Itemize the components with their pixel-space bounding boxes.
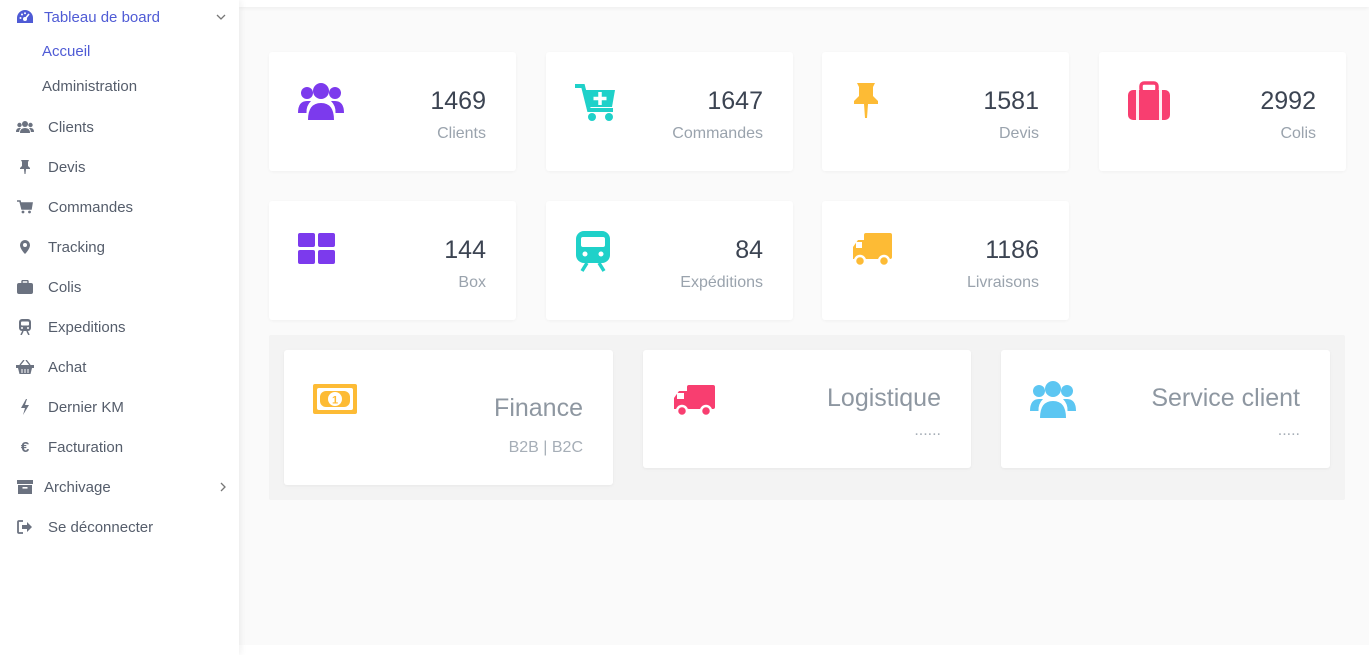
top-bar <box>239 0 1369 7</box>
stat-label: Box <box>458 274 486 291</box>
stat-value: 1647 <box>707 87 763 115</box>
users-icon <box>16 118 34 136</box>
nav-label: Facturation <box>48 438 124 456</box>
nav-clients[interactable]: Clients <box>0 112 239 142</box>
stat-label: Clients <box>437 125 486 142</box>
tachometer-icon <box>16 8 34 26</box>
cart-plus-icon <box>575 80 621 124</box>
footer-strip <box>239 645 1369 655</box>
department-subtitle: ...... <box>914 422 941 439</box>
nav-archivage[interactable]: Archivage <box>0 472 239 502</box>
stat-value: 1581 <box>983 87 1039 115</box>
suitcase-icon <box>16 278 34 296</box>
euro-icon: € <box>20 438 30 456</box>
nav-tracking[interactable]: Tracking <box>0 232 239 262</box>
stat-label: Expéditions <box>680 274 763 291</box>
cart-icon <box>16 198 34 216</box>
stat-card-colis[interactable]: 2992 Colis <box>1099 52 1346 171</box>
submenu-accueil[interactable]: Accueil <box>42 43 90 60</box>
stat-label: Colis <box>1280 125 1316 142</box>
stat-card-devis[interactable]: 1581 Devis <box>822 52 1069 171</box>
truck-icon <box>851 229 897 273</box>
chevron-down-icon <box>215 10 227 27</box>
money-bill-icon: 1 <box>313 384 357 419</box>
nav-se-deconnecter[interactable]: Se déconnecter <box>0 512 239 542</box>
basket-icon <box>16 358 34 376</box>
department-subtitle: ..... <box>1277 422 1300 439</box>
nav-label: Colis <box>48 278 82 296</box>
stat-card-box[interactable]: 144 Box <box>269 201 516 320</box>
nav-label: Commandes <box>48 198 134 216</box>
department-title: Finance <box>494 394 583 422</box>
map-marker-icon <box>16 238 34 256</box>
stat-card-clients[interactable]: 1469 Clients <box>269 52 516 171</box>
nav-commandes[interactable]: Commandes <box>0 192 239 222</box>
thumbtack-icon <box>16 158 34 176</box>
nav-expeditions[interactable]: Expeditions <box>0 312 239 342</box>
truck-icon <box>673 385 715 422</box>
stat-card-commandes[interactable]: 1647 Commandes <box>546 52 793 171</box>
nav-label: Archivage <box>44 478 111 496</box>
users-icon <box>298 80 344 124</box>
submenu-administration[interactable]: Administration <box>42 78 137 95</box>
train-icon <box>575 229 621 273</box>
stat-value: 144 <box>444 236 486 264</box>
stat-label: Commandes <box>672 125 763 142</box>
nav-label: Dernier KM <box>48 398 124 416</box>
grid-icon <box>298 229 344 273</box>
stat-label: Devis <box>998 125 1039 142</box>
department-title: Service client <box>1151 384 1300 412</box>
department-card-logistique[interactable]: Logistique ...... <box>643 350 971 468</box>
suitcase-icon <box>1128 80 1174 124</box>
chevron-right-icon <box>217 480 229 497</box>
nav-label: Expeditions <box>48 318 126 336</box>
stat-card-livraisons[interactable]: 1186 Livraisons <box>822 201 1069 320</box>
train-icon <box>16 318 34 336</box>
nav-devis[interactable]: Devis <box>0 152 239 182</box>
stat-value: 1186 <box>985 236 1039 264</box>
nav-dernier-km[interactable]: Dernier KM <box>0 392 239 422</box>
sign-out-icon <box>16 518 34 536</box>
stat-label: Livraisons <box>966 274 1039 291</box>
svg-text:1: 1 <box>332 395 338 407</box>
department-card-service-client[interactable]: Service client ..... <box>1001 350 1330 468</box>
nav-label: Se déconnecter <box>48 518 154 536</box>
nav-label: Tracking <box>48 238 105 256</box>
nav-label: Devis <box>48 158 86 176</box>
thumbtack-icon <box>851 80 897 124</box>
stat-value: 2992 <box>1260 87 1316 115</box>
nav-label: Clients <box>48 118 94 136</box>
department-card-finance[interactable]: 1 Finance B2B | B2C <box>284 350 613 485</box>
nav-colis[interactable]: Colis <box>0 272 239 302</box>
nav-label: Tableau de board <box>44 8 160 26</box>
bolt-icon <box>16 398 34 416</box>
nav-tableau-de-board[interactable]: Tableau de board <box>0 2 239 32</box>
department-title: Logistique <box>827 384 941 412</box>
stat-value: 84 <box>735 236 763 264</box>
department-subtitle: B2B | B2C <box>508 439 583 456</box>
stat-card-expeditions[interactable]: 84 Expéditions <box>546 201 793 320</box>
nav-facturation[interactable]: € Facturation <box>0 432 239 462</box>
sidebar: Tableau de board Accueil Administration … <box>0 0 239 655</box>
users-icon <box>1030 378 1076 427</box>
stat-value: 1469 <box>430 87 486 115</box>
nav-achat[interactable]: Achat <box>0 352 239 382</box>
nav-label: Achat <box>48 358 87 376</box>
archive-icon <box>16 478 34 496</box>
